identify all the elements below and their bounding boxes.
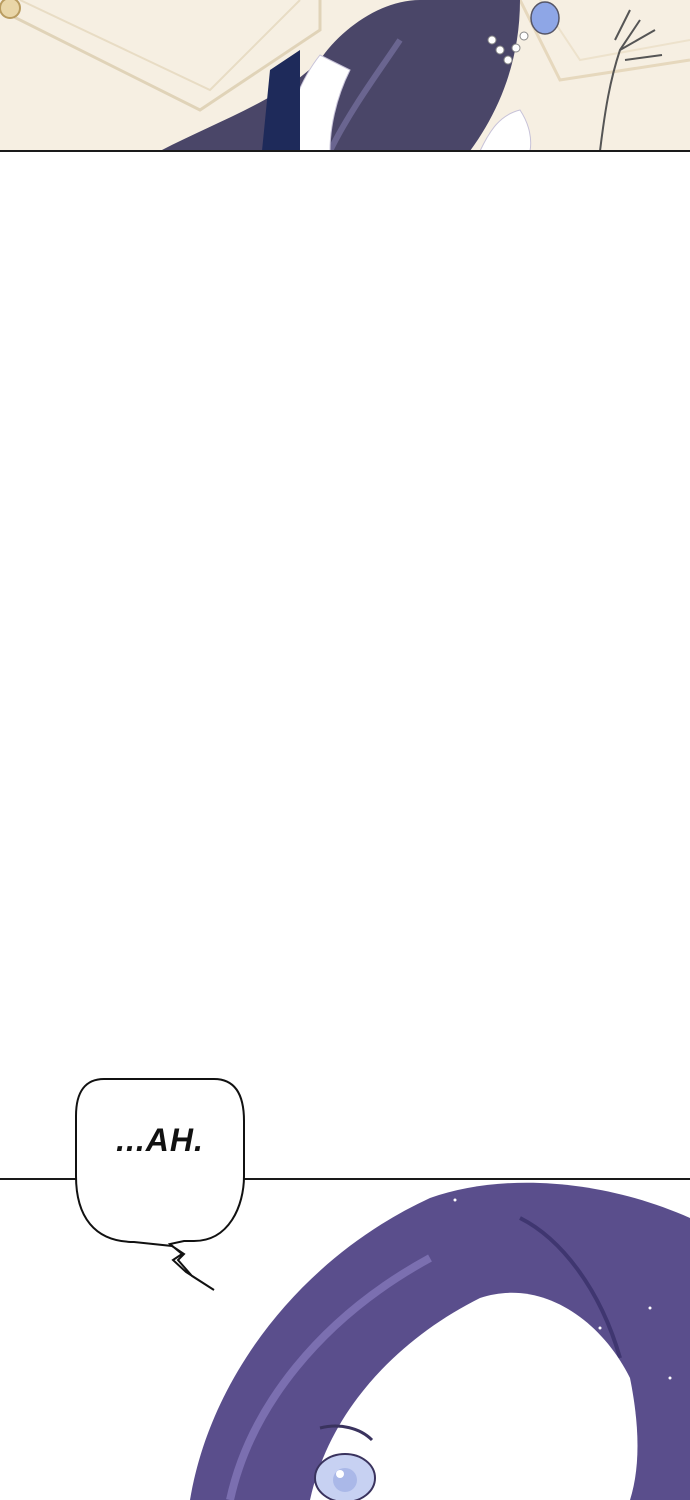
speech-bubble: ...AH. xyxy=(74,1076,246,1291)
top-panel-illustration xyxy=(0,0,690,151)
speech-bubble-text: ...AH. xyxy=(116,1122,204,1158)
speech-bubble-shape xyxy=(75,1078,245,1291)
panel-gutter xyxy=(0,152,690,1178)
top-comic-panel xyxy=(0,0,690,151)
